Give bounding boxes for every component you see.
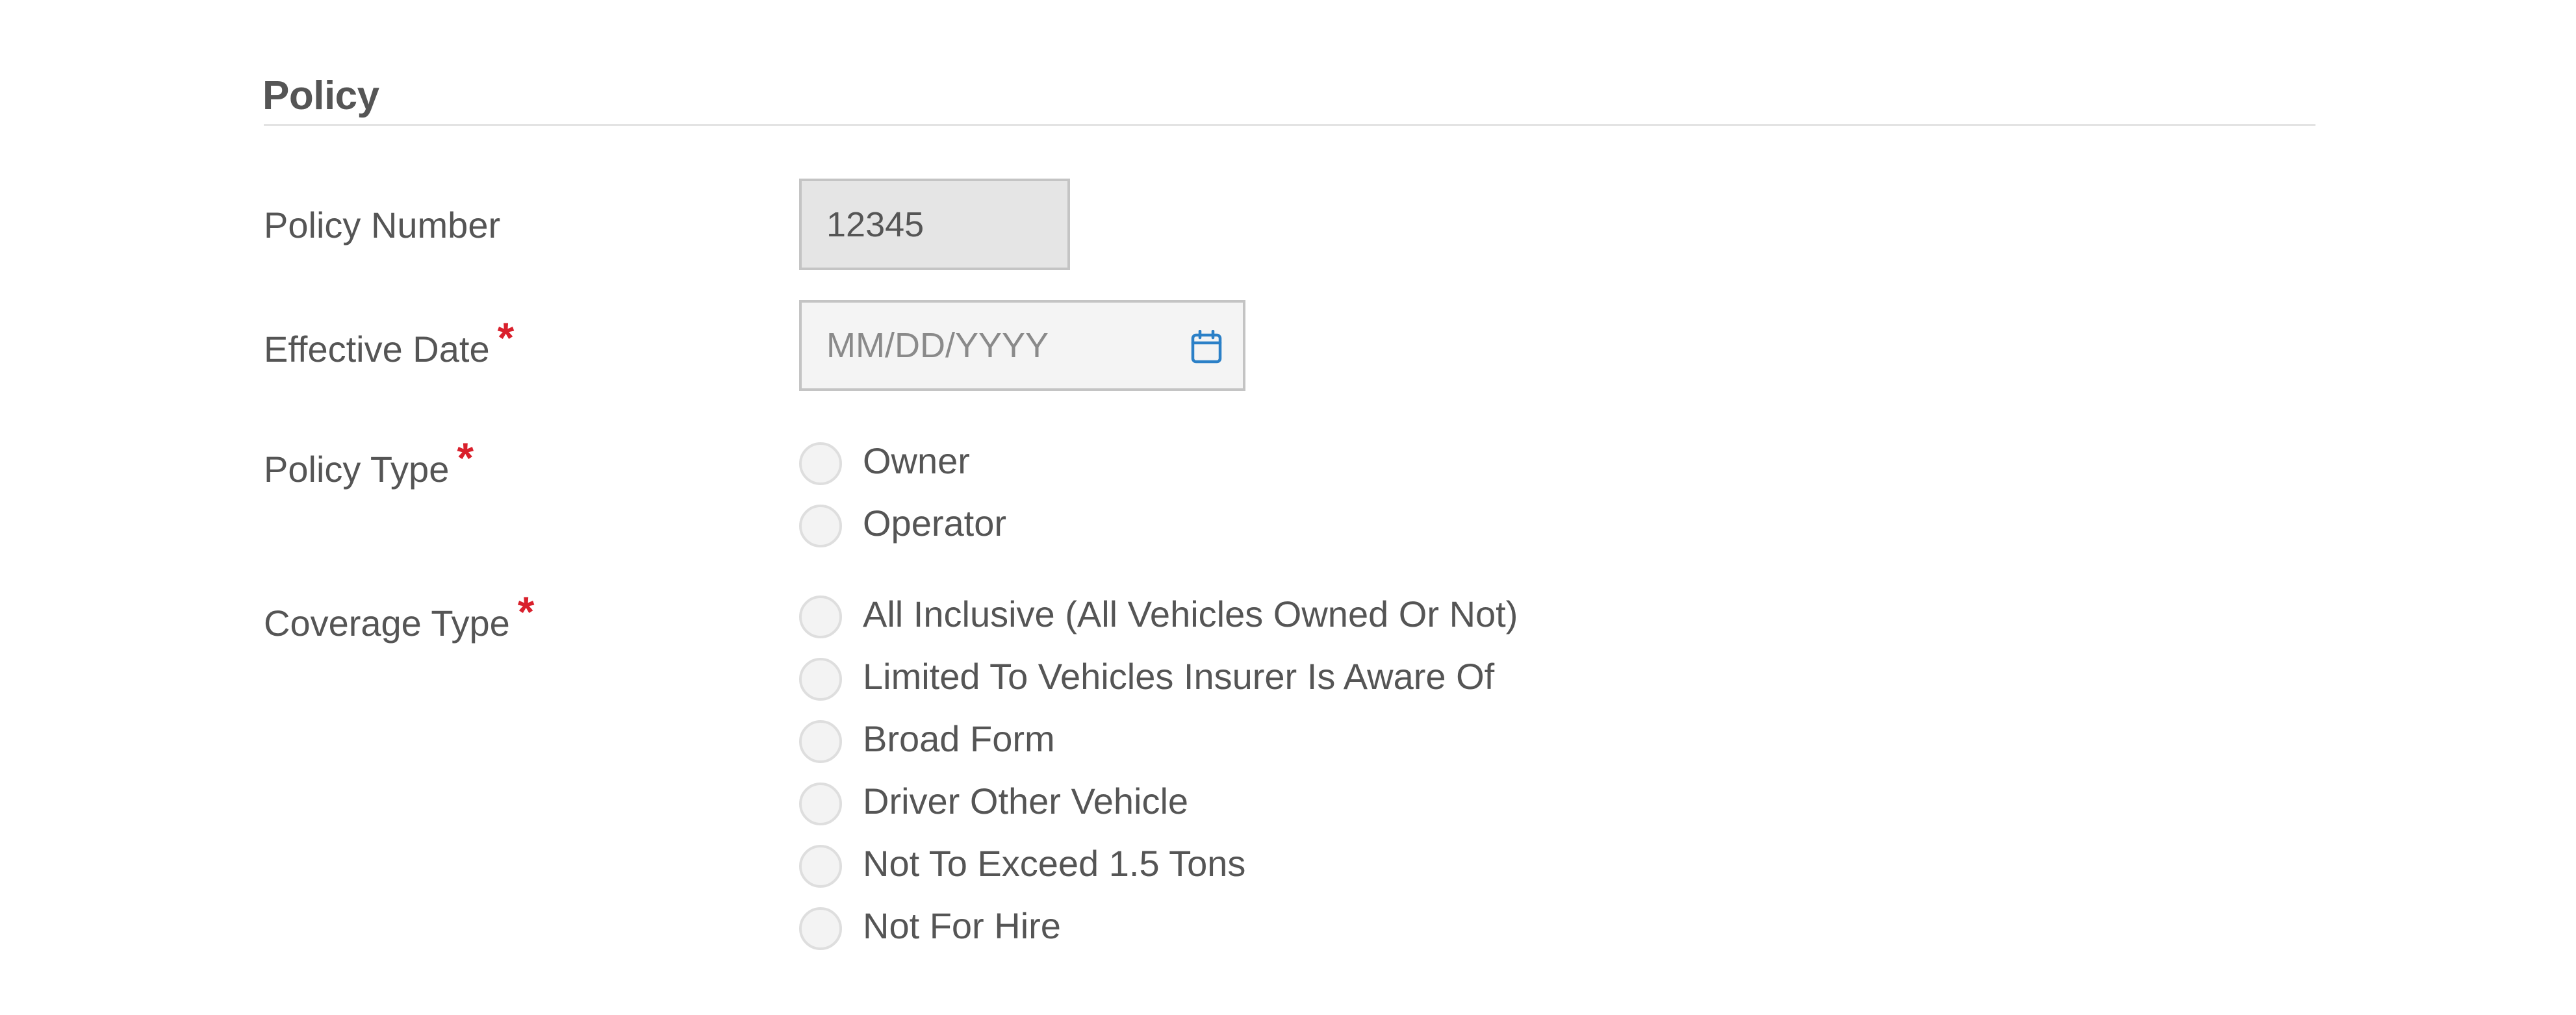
effective-date-field[interactable] [799, 300, 1245, 391]
radio-label: Broad Form [863, 718, 1055, 759]
radio-label: Not For Hire [863, 905, 1061, 946]
radio-button[interactable] [799, 720, 842, 763]
policy-number-label: Policy Number [264, 203, 500, 248]
policy-number-input[interactable] [799, 179, 1070, 270]
required-asterisk: * [517, 588, 535, 636]
radio-button[interactable] [799, 505, 842, 547]
radio-button[interactable] [799, 442, 842, 485]
radio-button[interactable] [799, 595, 842, 638]
radio-button[interactable] [799, 907, 842, 950]
section-divider [264, 124, 2315, 126]
radio-label: Operator [863, 503, 1006, 544]
effective-date-label: Effective Date * [264, 315, 514, 372]
required-asterisk: * [457, 434, 474, 482]
coverage-type-label: Coverage Type * [264, 589, 534, 646]
effective-date-input[interactable] [802, 303, 1166, 388]
radio-label: Owner [863, 440, 970, 481]
required-asterisk: * [497, 314, 515, 362]
radio-button[interactable] [799, 783, 842, 825]
radio-label: Driver Other Vehicle [863, 781, 1189, 821]
section-title: Policy [262, 73, 379, 118]
policy-type-label: Policy Type * [264, 435, 474, 492]
coverage-type-label-text: Coverage Type [264, 603, 510, 644]
radio-label: Limited To Vehicles Insurer Is Aware Of [863, 656, 1495, 697]
radio-button[interactable] [799, 658, 842, 701]
radio-label: All Inclusive (All Vehicles Owned Or Not… [863, 594, 1518, 634]
radio-button[interactable] [799, 845, 842, 888]
policy-number-label-text: Policy Number [264, 205, 501, 245]
policy-type-label-text: Policy Type [264, 449, 450, 490]
radio-label: Not To Exceed 1.5 Tons [863, 843, 1246, 884]
effective-date-label-text: Effective Date [264, 329, 490, 370]
calendar-icon[interactable] [1191, 329, 1222, 364]
